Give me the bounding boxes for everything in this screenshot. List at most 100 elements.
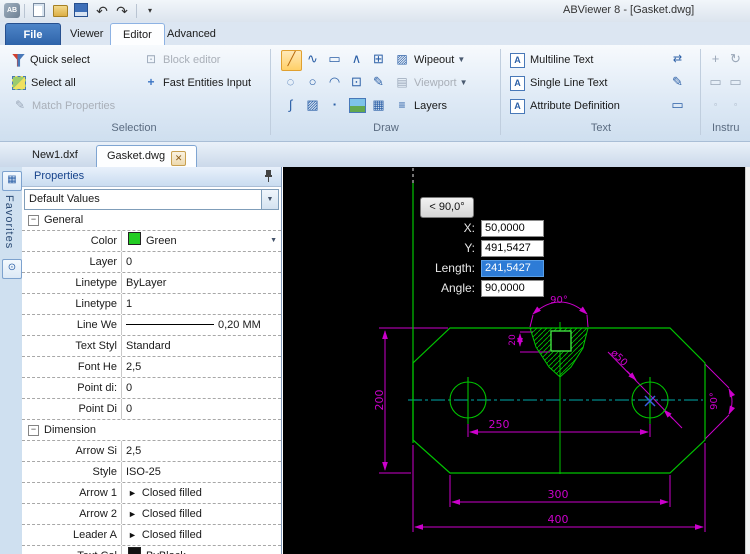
scale-tool-button[interactable]: ▨ [746, 50, 750, 69]
match-properties-button[interactable]: ✎Match Properties [12, 96, 115, 116]
ellipse-tool-button[interactable]: ○ [303, 73, 322, 92]
coord-input[interactable]: 90,0000 [481, 280, 544, 297]
fillet-tool-button[interactable]: ◠ [746, 96, 750, 115]
properties-panel: Properties Default Values ▼ −GeneralColo… [22, 167, 282, 554]
sketch-tool-button[interactable]: ∿ [303, 50, 322, 69]
property-value[interactable]: Green▼ [126, 231, 279, 251]
extend-tool-button[interactable]: ▫ [726, 96, 745, 115]
favorites-tab-label[interactable]: Favorites [3, 195, 15, 249]
window-title: ABViewer 8 - [Gasket.dwg] [563, 4, 694, 16]
customize-toolbar-caret-icon[interactable]: ▾ [141, 3, 159, 19]
property-label: Point di: [22, 378, 122, 398]
chevron-down-icon[interactable]: ▼ [457, 55, 465, 64]
property-value[interactable]: ►Closed filled [126, 504, 279, 524]
edit-text-button[interactable]: ✎ [668, 73, 687, 92]
property-value[interactable]: 0 [126, 378, 279, 398]
chevron-down-icon[interactable]: ▼ [460, 78, 468, 87]
coord-input[interactable]: 50,0000 [481, 220, 544, 237]
move-tool-button[interactable]: + [706, 50, 725, 69]
undo-button[interactable]: ↶ [93, 3, 111, 19]
dim-notch-angle: 90° [550, 295, 568, 306]
open-file-button[interactable] [51, 3, 69, 19]
app-icon[interactable]: AB [4, 3, 20, 18]
doc-tab-new1[interactable]: New1.dxf [22, 145, 88, 166]
panel-tab-structure[interactable]: ⊙ [2, 259, 22, 279]
wipeout-icon: ▨ [394, 51, 410, 67]
text-find-button[interactable]: ⇄ [668, 50, 687, 69]
fast-entities-input-button[interactable]: +Fast Entities Input [143, 73, 251, 93]
property-value[interactable]: 1 [126, 294, 279, 314]
layers-icon: ≡ [394, 97, 410, 113]
collapse-icon[interactable]: − [28, 425, 39, 436]
property-value[interactable]: 0 [126, 252, 279, 272]
property-value[interactable]: 2,5 [126, 357, 279, 377]
circle-tool-button[interactable]: ◌ [281, 73, 300, 92]
align-tool-button[interactable]: ▭ [706, 73, 725, 92]
multiline-text-button[interactable]: AMultiline Text [510, 50, 593, 70]
select-all-button[interactable]: Select all [12, 73, 76, 93]
property-value[interactable]: ►Closed filled [126, 483, 279, 503]
save-button[interactable] [72, 3, 90, 19]
preset-dropdown[interactable]: Default Values ▼ [24, 189, 279, 210]
chevron-down-icon[interactable]: ▼ [261, 190, 278, 209]
properties-rows: −GeneralColorGreen▼Layer0LinetypeByLayer… [22, 210, 281, 554]
doc-tab-gasket[interactable]: Gasket.dwg✕ [96, 145, 197, 167]
edit-attribute-button[interactable]: ▭ [668, 96, 687, 115]
attribute-definition-button[interactable]: AAttribute Definition [510, 96, 620, 116]
pick-tool-button[interactable]: ➤ [746, 73, 750, 92]
tab-advanced[interactable]: Advanced [155, 23, 228, 45]
panel-tab-bookmarks[interactable]: ▦ [2, 171, 22, 191]
property-value[interactable]: ByLayer [126, 273, 279, 293]
viewport-button[interactable]: ▤Viewport▼ [394, 73, 468, 93]
funnel-icon [12, 54, 25, 67]
close-icon[interactable]: ✕ [171, 151, 186, 166]
table-insert-button[interactable]: ▦ [369, 96, 388, 115]
property-value[interactable]: 0,20 MM [126, 315, 279, 335]
property-value[interactable]: 2,5 [126, 441, 279, 461]
line-tool-button[interactable]: ╱ [281, 50, 302, 71]
pin-icon[interactable] [264, 170, 273, 189]
block-insert-button[interactable]: ⊞ [369, 50, 388, 69]
chevron-down-icon[interactable]: ▼ [270, 231, 277, 251]
dim-hole-spacing: 250 [489, 418, 510, 431]
property-value[interactable]: Standard [126, 336, 279, 356]
wipeout-button[interactable]: ▨Wipeout▼ [394, 50, 465, 70]
collapse-icon[interactable]: − [28, 215, 39, 226]
quick-select-button[interactable]: Quick select [12, 50, 90, 70]
pen-tool-button[interactable]: ✎ [369, 73, 388, 92]
copy-entities-button[interactable]: ⊡ [347, 73, 366, 92]
stretch-tool-button[interactable]: ▭ [726, 73, 745, 92]
coord-input[interactable]: 241,5427 [481, 260, 544, 277]
rotate-tool-button[interactable]: ↻ [726, 50, 745, 69]
single-line-text-button[interactable]: ASingle Line Text [510, 73, 607, 93]
spline-tool-button[interactable]: ∫ [281, 96, 300, 115]
pencil-icon: ✎ [12, 97, 28, 113]
property-value[interactable]: ByBlock [126, 546, 279, 554]
tab-file[interactable]: File [5, 23, 61, 47]
coord-input[interactable]: 491,5427 [481, 240, 544, 257]
property-row: Layer0 [22, 252, 281, 273]
block-editor-button[interactable]: ⊡Block editor [143, 50, 220, 70]
trim-tool-button[interactable]: ▫ [706, 96, 725, 115]
drawing-canvas[interactable]: 200 250 300 400 90° 20 ø50 90° [283, 167, 745, 554]
polyline-tool-button[interactable]: ∧ [347, 50, 366, 69]
property-value[interactable]: 0 [126, 399, 279, 419]
image-insert-button[interactable] [349, 98, 366, 113]
property-label: Style [22, 462, 122, 482]
layers-button[interactable]: ≡Layers [394, 96, 447, 116]
hatch-tool-button[interactable]: ▨ [303, 96, 322, 115]
redo-button[interactable]: ↷ [113, 3, 131, 19]
arc-tool-button[interactable]: ◠ [325, 73, 344, 92]
angle-chip: < 90,0° [420, 197, 474, 218]
closed-arrow-icon: ► [128, 488, 137, 498]
point-tool-button[interactable]: ▪ [325, 96, 344, 115]
property-value[interactable]: ►Closed filled [126, 525, 279, 545]
new-file-button[interactable] [30, 3, 48, 19]
dim-height: 200 [373, 390, 386, 411]
property-value[interactable]: ISO-25 [126, 462, 279, 482]
page-icon [33, 3, 45, 17]
rectangle-tool-button[interactable]: ▭ [325, 50, 344, 69]
window-icon: ▦ [4, 172, 20, 188]
tab-viewer[interactable]: Viewer [58, 23, 115, 45]
folder-icon [53, 5, 68, 17]
